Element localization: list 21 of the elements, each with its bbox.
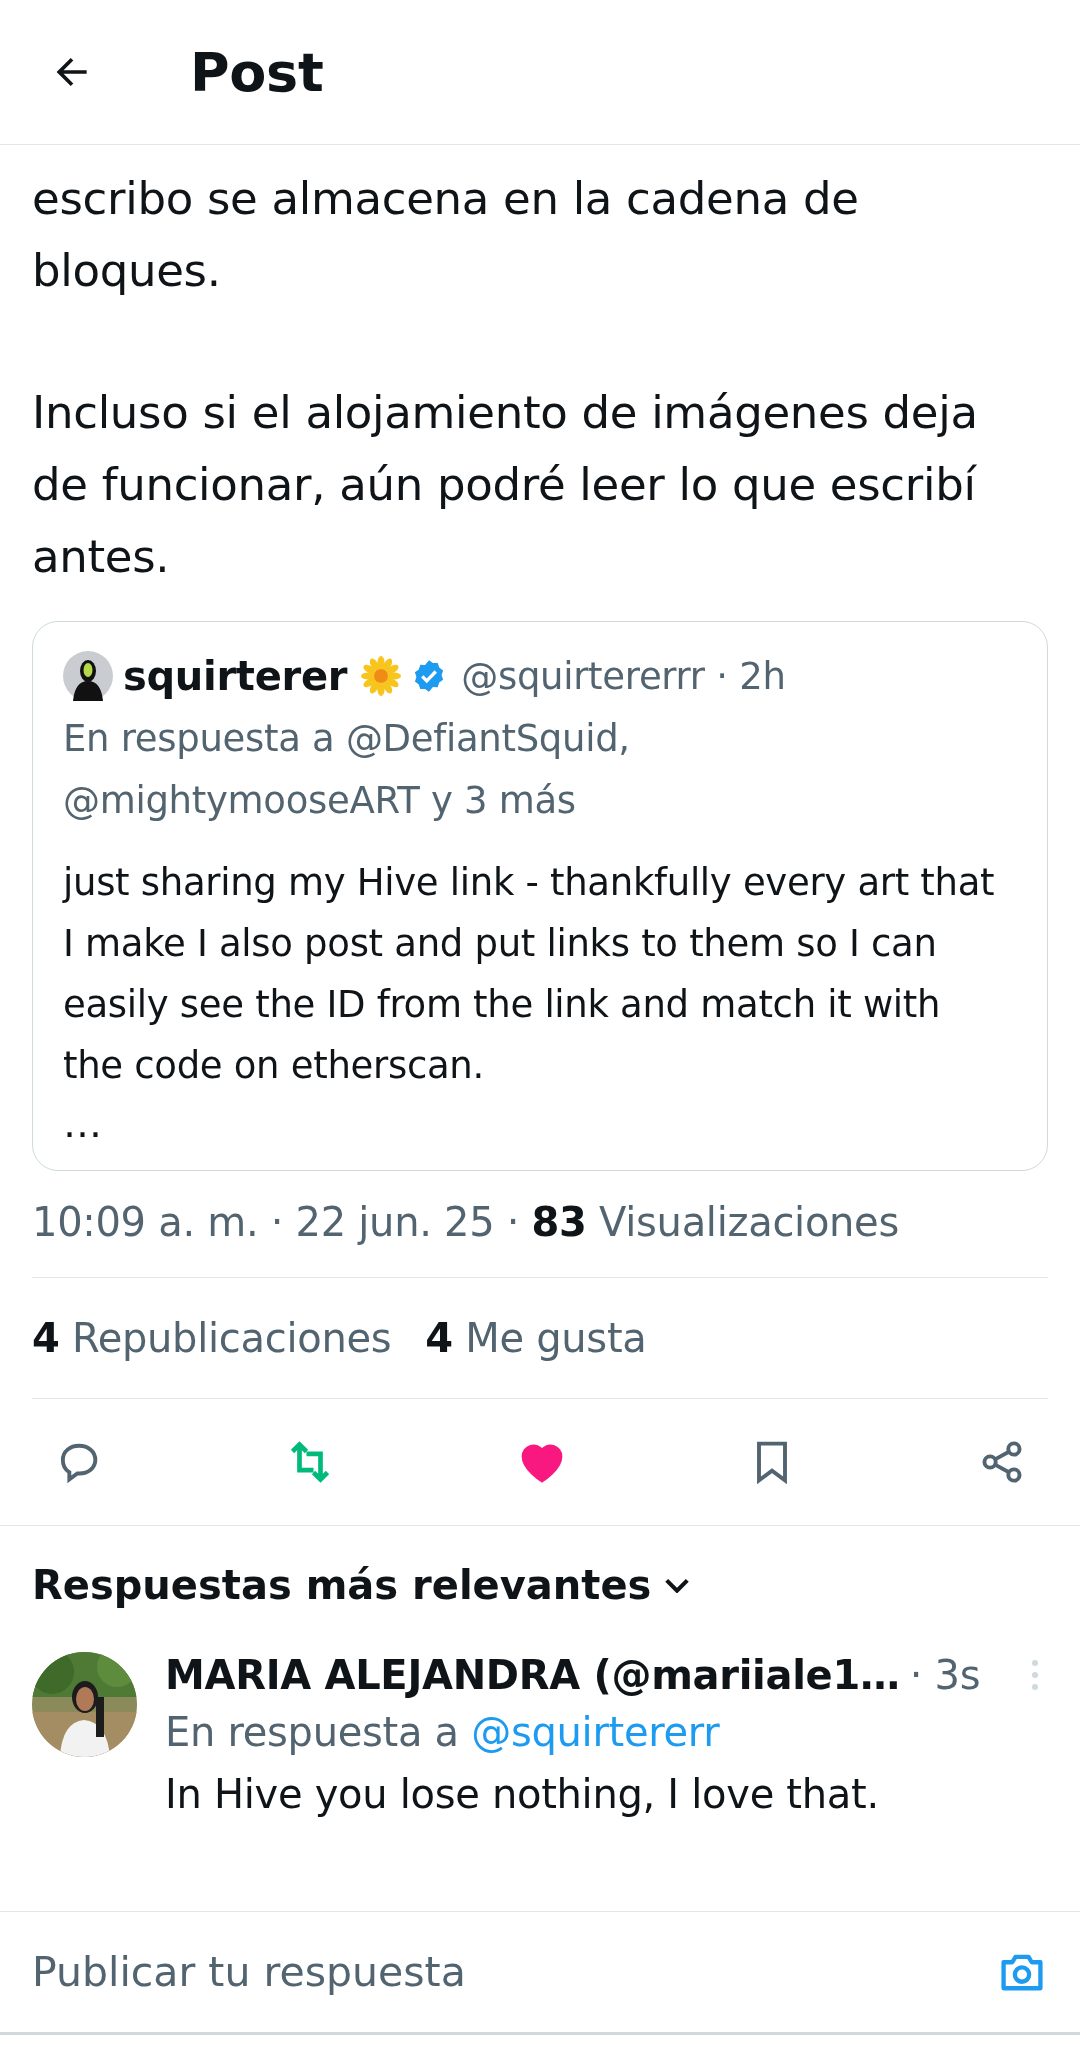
timestamp: · 3s	[909, 1652, 981, 1698]
quoted-post[interactable]	[32, 621, 1048, 1171]
quoted-text: just sharing my Hive link - thankfully every art that I make I also post and put links to them so I can easily see the ID from the link and match it with the code on etherscan.	[63, 860, 996, 1089]
ellipsis: …	[63, 1100, 103, 1148]
sort-dropdown[interactable]: Respuestas más relevantes	[32, 1562, 690, 1608]
reply-context: En respuesta a @DefiantSquid, @mightymooseART y 3 más	[63, 716, 631, 824]
author-name[interactable]: MARIA ALEJANDRA (@mariiale1…	[165, 1652, 900, 1698]
page-title: Post	[190, 40, 324, 104]
post-metadata: 10:09 a. m. · 22 jun. 25 · 83 Visualizaciones	[32, 1189, 1048, 1278]
post-text: escribo se almacena en la cadena de bloques.	[32, 171, 860, 299]
sunflower-icon	[361, 656, 402, 696]
avatar-icon	[63, 651, 113, 701]
reply-context: En respuesta a @squirtererr	[165, 1708, 721, 1757]
stat-count[interactable]: 4 Me gusta	[425, 1315, 647, 1361]
reply-input[interactable]: Publicar tu respuesta	[32, 1948, 996, 1996]
stat-count[interactable]: 4 Republicaciones	[32, 1315, 392, 1361]
handle-and-time: @squirtererrr · 2h	[461, 654, 786, 698]
reply-text: In Hive you lose nothing, I love that.	[165, 1770, 880, 1819]
chevron-down-icon	[665, 1577, 690, 1593]
post-text: Incluso si el alojamiento de imágenes deja de funcionar, aún podré leer lo que escribí antes.	[32, 385, 979, 585]
author-name[interactable]: squirterer	[123, 653, 348, 699]
